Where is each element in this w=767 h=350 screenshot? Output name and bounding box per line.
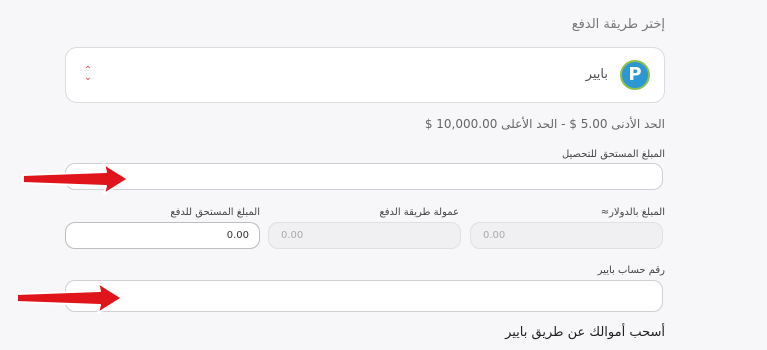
payment-method-name: بايير [585,67,608,82]
usd-amount-field: 0.00 [470,222,663,249]
amount-field-label: المبلغ المستحق للتحصيل [561,149,665,160]
withdraw-via-payer-text: أسحب أموالك عن طريق بايير [505,325,665,340]
due-amount-label: المبلغ المستحق للدفع [170,207,260,218]
account-number-label: رقم حساب بايير [597,265,665,276]
amount-input[interactable] [65,163,663,190]
payment-method-select[interactable]: P بايير ⌃ ⌄ [65,47,665,103]
red-arrow-icon [22,163,129,195]
red-arrow-icon [16,282,123,314]
due-amount-field: 0.00 [65,222,260,249]
account-number-input[interactable] [65,280,663,312]
fee-label: عمولة طريقة الدفع [379,207,459,218]
fee-field: 0.00 [268,222,461,249]
chevron-updown-icon[interactable]: ⌃ ⌄ [83,66,93,83]
payment-method-title: إختر طريقة الدفع [571,17,665,32]
payment-limits: الحد الأدنى 5.00 $ - الحد الأعلى 10,000.… [424,117,665,131]
usd-amount-label: المبلغ بالدولار≈ [600,207,665,218]
payer-logo-icon: P [620,60,650,90]
